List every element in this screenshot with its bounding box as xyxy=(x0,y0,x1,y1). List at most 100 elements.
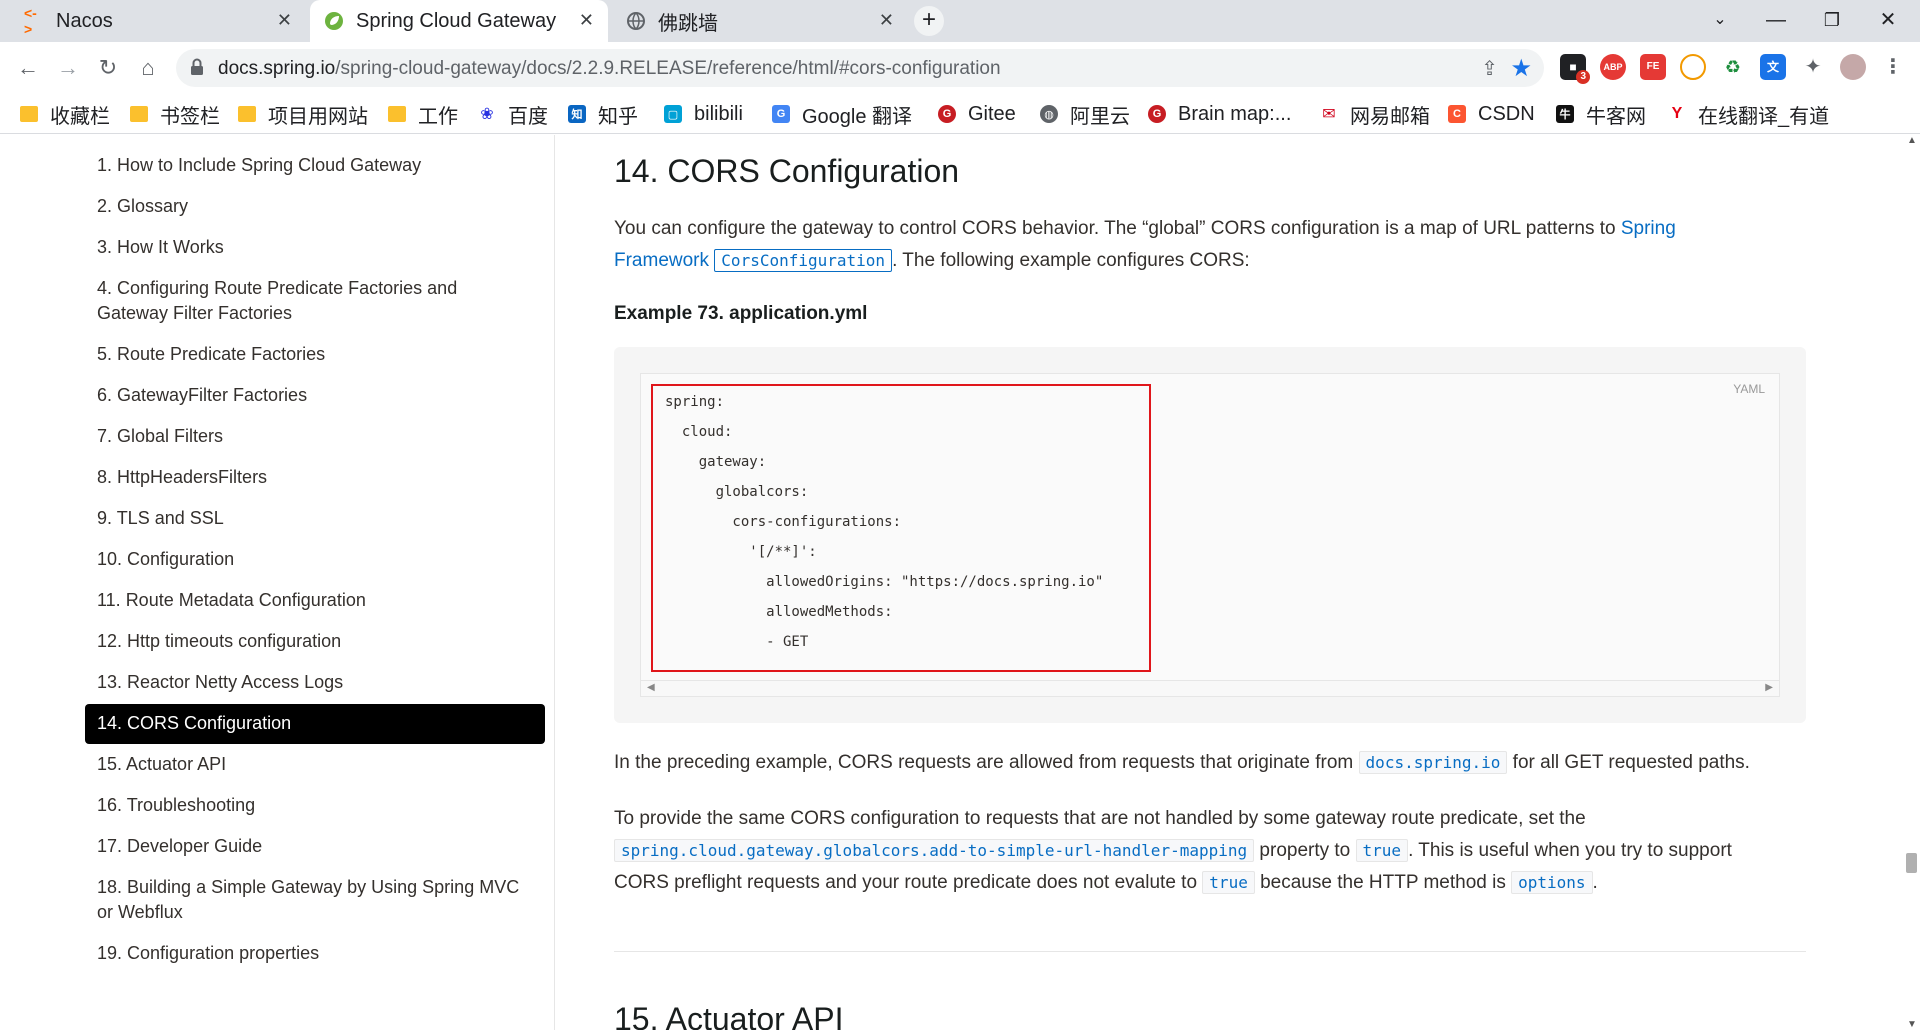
google-translate-icon: G xyxy=(772,105,790,123)
extension-icon[interactable]: ♻ xyxy=(1720,54,1746,80)
nowcoder-icon: 牛 xyxy=(1556,105,1574,123)
toc-item[interactable]: 8. HttpHeadersFilters xyxy=(85,465,545,490)
toc-item[interactable]: 13. Reactor Netty Access Logs xyxy=(85,670,545,695)
code-line: allowedMethods: xyxy=(665,604,893,620)
bookmark-item[interactable]: 牛牛客网 xyxy=(1556,100,1646,128)
url-host: docs.spring.io xyxy=(218,58,336,79)
toc-item[interactable]: 5. Route Predicate Factories xyxy=(85,342,545,367)
inline-code: true xyxy=(1202,871,1255,894)
window-close-icon[interactable]: ✕ xyxy=(1860,0,1916,42)
folder-icon xyxy=(388,106,406,122)
bookmark-item[interactable]: G Brain map:... xyxy=(1148,100,1291,128)
puzzle-icon[interactable]: ✦ xyxy=(1800,54,1826,80)
close-icon[interactable]: ✕ xyxy=(579,10,594,31)
bookmark-item[interactable]: C CSDN xyxy=(1448,100,1535,128)
code-block[interactable]: YAML spring: cloud: gateway: globalcors:… xyxy=(640,373,1780,697)
translate-icon[interactable]: 文 xyxy=(1760,54,1786,80)
toc-item[interactable]: 11. Route Metadata Configuration xyxy=(85,588,545,613)
bookmark-label: 网易邮箱 xyxy=(1350,105,1430,128)
scrollbar-thumb[interactable] xyxy=(1906,853,1917,873)
table-of-contents: 1. How to Include Spring Cloud Gateway 2… xyxy=(0,135,555,1030)
spring-framework-link[interactable]: Spring xyxy=(1621,218,1676,239)
bookmark-item[interactable]: ✉ 网易邮箱 xyxy=(1320,100,1430,128)
menu-icon[interactable]: ⋮ xyxy=(1880,54,1906,80)
bookmark-label: Google 翻译 xyxy=(802,105,913,128)
globe-icon: ◍ xyxy=(1040,105,1058,123)
bookmark-star-icon[interactable]: ★ xyxy=(1510,54,1532,83)
scroll-down-icon[interactable]: ▼ xyxy=(1907,1019,1917,1030)
toc-item[interactable]: 4. Configuring Route Predicate Factories… xyxy=(85,276,545,326)
lock-icon[interactable] xyxy=(190,58,204,76)
globe-icon xyxy=(626,11,646,31)
toc-item[interactable]: 18. Building a Simple Gateway by Using S… xyxy=(85,875,545,925)
bookmark-label: 百度 xyxy=(508,105,548,128)
scroll-up-icon[interactable]: ▲ xyxy=(1907,135,1917,146)
bookmark-item[interactable]: G Google 翻译 xyxy=(772,100,912,128)
close-icon[interactable]: ✕ xyxy=(879,10,894,31)
intro-paragraph: You can configure the gateway to control… xyxy=(614,213,1806,277)
toc-item[interactable]: 16. Troubleshooting xyxy=(85,793,545,818)
toc-item[interactable]: 12. Http timeouts configuration xyxy=(85,629,545,654)
inline-code: options xyxy=(1511,871,1593,894)
bookmark-label: 工作 xyxy=(418,105,458,128)
toc-item[interactable]: 7. Global Filters xyxy=(85,424,545,449)
bookmark-item[interactable]: 收藏栏 xyxy=(20,100,110,128)
bookmark-item[interactable]: ▢ bilibili xyxy=(664,100,743,128)
vertical-scrollbar[interactable]: ▲ ▼ xyxy=(1903,135,1920,1030)
restore-icon[interactable]: ❐ xyxy=(1804,0,1860,42)
tab-nacos[interactable]: <-> Nacos ✕ xyxy=(10,0,306,42)
reload-icon[interactable]: ↻ xyxy=(92,52,124,84)
home-icon[interactable]: ⌂ xyxy=(132,52,164,84)
nacos-icon: <-> xyxy=(24,5,37,37)
forward-icon[interactable]: → xyxy=(52,52,84,84)
bookmark-item[interactable]: Y 在线翻译_有道 xyxy=(1668,100,1829,128)
toc-item[interactable]: 17. Developer Guide xyxy=(85,834,545,859)
toc-item[interactable]: 6. GatewayFilter Factories xyxy=(85,383,545,408)
scroll-right-icon[interactable]: ▶ xyxy=(1765,682,1773,693)
spring-framework-link[interactable]: Framework xyxy=(614,250,709,271)
address-bar[interactable]: docs.spring.io/spring-cloud-gateway/docs… xyxy=(176,49,1544,87)
back-icon[interactable]: ← xyxy=(12,52,44,84)
bookmark-item[interactable]: 工作 xyxy=(388,100,458,128)
extension-badge-icon[interactable]: ■ 3 xyxy=(1560,54,1590,84)
cors-configuration-link[interactable]: CorsConfiguration xyxy=(714,249,893,272)
text: because the HTTP method is xyxy=(1254,872,1512,893)
bookmark-item[interactable]: 知知乎 xyxy=(568,100,638,128)
bookmark-item[interactable]: 项目用网站 xyxy=(238,100,368,128)
bookmark-label: Gitee xyxy=(968,102,1016,125)
bookmark-item[interactable]: ◍ 阿里云 xyxy=(1040,100,1130,128)
new-tab-button[interactable]: + xyxy=(914,6,944,36)
folder-icon xyxy=(130,106,148,122)
inline-code: true xyxy=(1355,839,1409,862)
bookmark-item[interactable]: 书签栏 xyxy=(130,100,220,128)
toc-item[interactable]: 1. How to Include Spring Cloud Gateway xyxy=(85,153,545,178)
share-icon[interactable]: ⇪ xyxy=(1481,56,1498,81)
page: 1. How to Include Spring Cloud Gateway 2… xyxy=(0,135,1920,1030)
gitee-icon: G xyxy=(1148,105,1166,123)
tab-search-icon[interactable]: ⌄ xyxy=(1692,0,1748,42)
close-icon[interactable]: ✕ xyxy=(277,10,292,31)
toc-item[interactable]: 3. How It Works xyxy=(85,235,545,260)
fe-helper-icon[interactable]: FE xyxy=(1640,54,1666,80)
youdao-icon: Y xyxy=(1668,105,1686,123)
toc-item[interactable]: 19. Configuration properties xyxy=(85,941,545,966)
adblock-icon[interactable]: ABP xyxy=(1600,54,1626,80)
scroll-left-icon[interactable]: ◀ xyxy=(647,682,655,693)
avatar[interactable] xyxy=(1840,54,1866,80)
section-divider xyxy=(614,951,1806,952)
toc-item[interactable]: 15. Actuator API xyxy=(85,752,545,777)
toc-item-active[interactable]: 14. CORS Configuration xyxy=(85,704,545,744)
bookmark-item[interactable]: ❀ 百度 xyxy=(478,100,548,128)
bookmark-item[interactable]: G Gitee xyxy=(938,100,1016,128)
minimize-icon[interactable]: — xyxy=(1748,0,1804,42)
extension-icon[interactable] xyxy=(1680,54,1706,80)
toc-item[interactable]: 2. Glossary xyxy=(85,194,545,219)
next-section-heading: 15. Actuator API xyxy=(614,1001,844,1030)
tab-fotiaoqiang[interactable]: 佛跳墙 ✕ xyxy=(612,0,908,42)
tab-spring-cloud-gateway[interactable]: Spring Cloud Gateway ✕ xyxy=(310,0,608,42)
horizontal-scrollbar[interactable]: ◀ ▶ xyxy=(641,680,1779,696)
toc-item[interactable]: 10. Configuration xyxy=(85,547,545,572)
paragraph: To provide the same CORS configuration t… xyxy=(614,803,1806,899)
bookmarks-bar: 收藏栏 书签栏 项目用网站 工作 ❀ 百度 知知乎 ▢ bilibili G Goog… xyxy=(0,94,1920,134)
toc-item[interactable]: 9. TLS and SSL xyxy=(85,506,545,531)
